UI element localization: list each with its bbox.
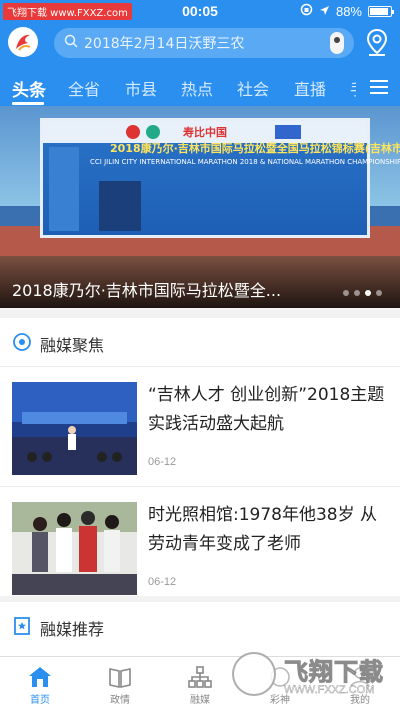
search-icon	[64, 34, 78, 52]
rotation-lock-icon	[300, 3, 313, 19]
carousel-dot[interactable]	[376, 290, 382, 296]
active-tab-indicator	[12, 102, 44, 105]
rongmei-focus-header: 融媒聚焦	[0, 318, 400, 366]
battery-fill	[370, 7, 388, 15]
watermark-logo-icon	[232, 652, 276, 696]
microphone-icon[interactable]	[330, 32, 344, 54]
nav-politics-label: 政情	[110, 695, 130, 706]
status-right: 88%	[300, 3, 394, 19]
tab-headlines[interactable]: 头条	[12, 76, 46, 101]
rongmei-recommend-title: 融媒推荐	[40, 620, 105, 639]
banner-caption[interactable]: 2018康乃尔·吉林市国际马拉松暨全...	[12, 277, 281, 301]
watermark-text: 飞翔下载	[284, 658, 384, 687]
nav-media[interactable]: 融媒	[170, 663, 230, 706]
article-thumbnail	[12, 382, 137, 475]
tab-hot[interactable]: 热点	[181, 76, 213, 100]
carousel-dot[interactable]	[354, 290, 360, 296]
battery-percent: 88%	[335, 3, 362, 19]
tab-counties[interactable]: 市县	[125, 76, 157, 100]
nav-home[interactable]: 首页	[10, 663, 70, 706]
tab-society[interactable]: 社会	[237, 76, 269, 100]
battery-icon	[368, 5, 394, 17]
book-icon	[90, 663, 150, 691]
list-item[interactable]: 时光照相馆:1978年他38岁 从劳动青年变成了老师 06-12	[0, 486, 400, 606]
menu-icon[interactable]	[356, 66, 400, 106]
article-title: “吉林人才 创业创新”2018主题实践活动盛大起航	[148, 385, 385, 434]
watermark-url: WWW.FXXZ.COM	[284, 684, 375, 696]
nav-politics[interactable]: 政情	[90, 663, 150, 706]
rongmei-recommend-header: 融媒推荐	[0, 602, 400, 650]
location-pin-icon[interactable]	[366, 28, 388, 60]
board-title: 2018康乃尔·吉林市国际马拉松暨全国马拉松锦标赛(吉林市站)	[110, 142, 400, 155]
rongmei-focus-section: 融媒聚焦 “吉林人才 创业创新”2018主题实践活动盛大起航 06-12 时光照…	[0, 318, 400, 596]
article-title: 时光照相馆:1978年他38岁 从劳动青年变成了老师	[148, 505, 378, 554]
board-graphic: 寿比中国	[43, 121, 367, 231]
search-bar[interactable]: 2018年2月14日沃野三农	[54, 28, 354, 58]
article-thumbnail	[12, 502, 137, 595]
carousel-dots	[343, 290, 382, 296]
watermark: 飞翔下载 WWW.FXXZ.COM	[228, 650, 398, 702]
home-icon	[10, 663, 70, 691]
nav-home-label: 首页	[30, 695, 50, 706]
carousel-dot[interactable]	[343, 290, 349, 296]
search-placeholder: 2018年2月14日沃野三农	[84, 36, 245, 52]
status-bar: 飞翔下载 www.FXXZ.com 00:05 88%	[0, 0, 400, 22]
tab-province[interactable]: 全省	[68, 76, 100, 100]
svg-text:寿比中国: 寿比中国	[183, 125, 227, 139]
category-tabs: 头条 全省 市县 热点 社会 直播 手	[0, 66, 400, 106]
list-item[interactable]: “吉林人才 创业创新”2018主题实践活动盛大起航 06-12	[0, 366, 400, 486]
bookmark-star-icon	[12, 616, 32, 640]
app-logo[interactable]	[8, 27, 38, 57]
article-date: 06-12	[148, 576, 177, 588]
marathon-banner-board: 寿比中国	[40, 118, 370, 238]
article-date: 06-12	[148, 456, 177, 468]
network-icon	[170, 663, 230, 691]
nav-media-label: 融媒	[190, 695, 210, 706]
location-arrow-icon	[319, 4, 330, 19]
rongmei-focus-title: 融媒聚焦	[40, 336, 105, 355]
tab-live[interactable]: 直播	[294, 76, 326, 100]
carousel-dot[interactable]	[365, 290, 371, 296]
rongmei-recommend-section: 融媒推荐	[0, 602, 400, 656]
board-subtitle: CCI JILIN CITY INTERNATIONAL MARATHON 20…	[90, 158, 400, 166]
app-header: 2018年2月14日沃野三农	[0, 22, 400, 66]
target-icon	[12, 332, 32, 356]
